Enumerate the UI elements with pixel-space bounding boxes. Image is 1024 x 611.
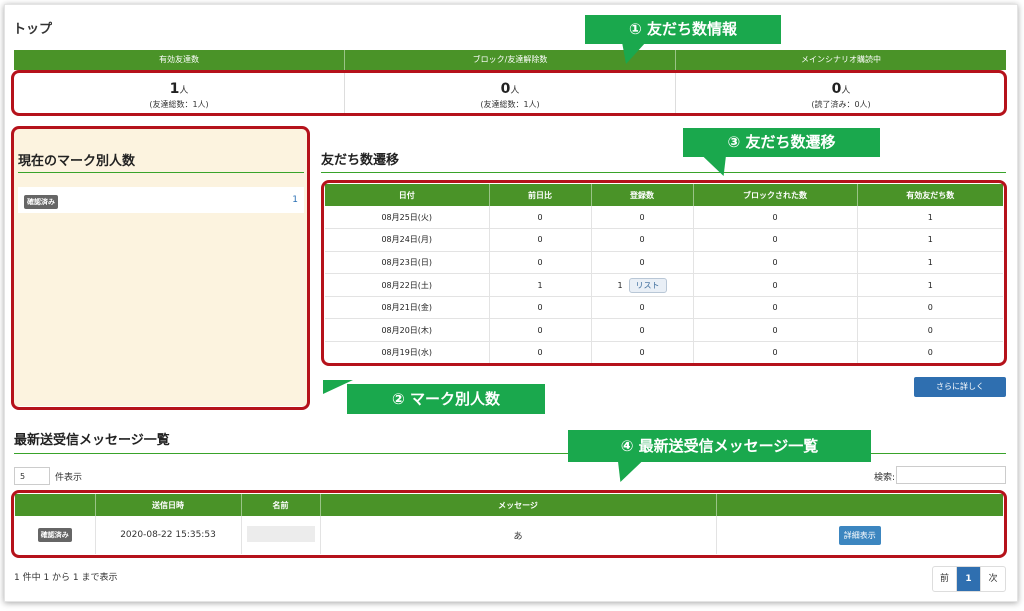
more-details-button[interactable]: さらに詳しく xyxy=(914,377,1006,397)
callout-marks: ② マーク別人数 xyxy=(347,384,545,414)
per-page-select[interactable]: 5 xyxy=(14,467,50,485)
stats-header: 有効友達数 ブロック/友達解除数 メインシナリオ購読中 xyxy=(14,50,1006,70)
pager-prev[interactable]: 前 xyxy=(933,567,957,591)
per-page-label: 件表示 xyxy=(55,473,83,483)
highlight-box-messages xyxy=(11,490,1007,558)
callout-messages: ④ 最新送受信メッセージ一覧 xyxy=(568,430,871,462)
transition-title: 友だち数遷移 xyxy=(321,153,400,168)
callout-transition: ③ 友だち数遷移 xyxy=(683,128,880,157)
stats-header-scenario: メインシナリオ購読中 xyxy=(801,55,881,64)
callout-friend-count: ① 友だち数情報 xyxy=(585,15,781,44)
mark-title: 現在のマーク別人数 xyxy=(18,154,136,169)
messages-title: 最新送受信メッセージ一覧 xyxy=(14,433,170,448)
mark-badge: 確認済み xyxy=(24,195,58,209)
stats-header-active: 有効友達数 xyxy=(14,50,345,70)
search-label: 検索: xyxy=(874,473,896,483)
table-info: 1 件中 1 から 1 まで表示 xyxy=(14,573,118,583)
pagination: 前 1 次 xyxy=(932,566,1006,592)
mark-count[interactable]: 1 xyxy=(292,195,298,205)
highlight-box-stats xyxy=(11,70,1007,116)
search-input[interactable] xyxy=(896,466,1006,484)
pager-next[interactable]: 次 xyxy=(981,567,1005,591)
page-title: トップ xyxy=(13,22,53,37)
highlight-box-transition xyxy=(321,180,1007,366)
divider xyxy=(321,172,1006,173)
mark-row[interactable]: 確認済み 1 xyxy=(18,187,304,213)
divider xyxy=(18,172,304,173)
pager-page[interactable]: 1 xyxy=(957,567,981,591)
